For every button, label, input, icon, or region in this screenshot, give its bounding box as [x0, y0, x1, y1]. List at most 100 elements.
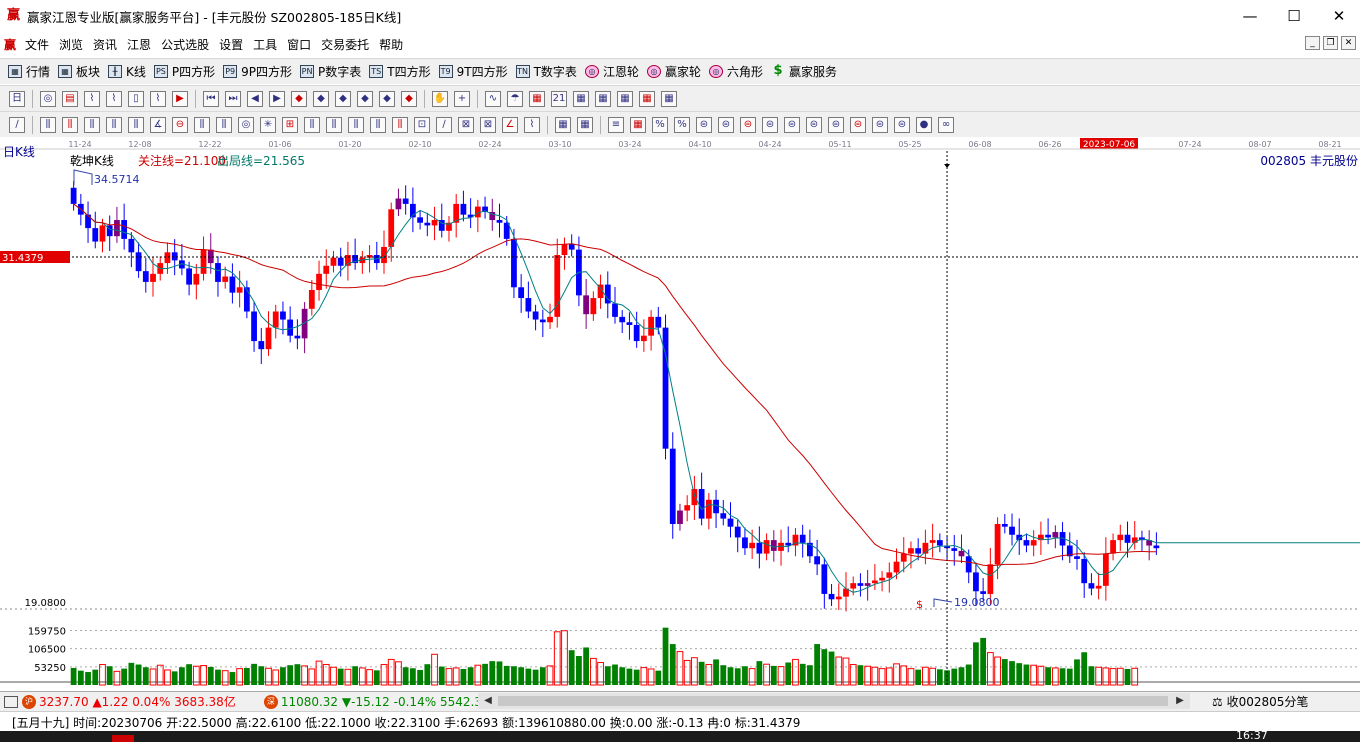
toolbar-item-9[interactable]: ◎ 江恩轮: [581, 61, 643, 83]
sz-index[interactable]: 深 11080.32 ▼-15.12 -0.14% 5542.38: [260, 694, 494, 709]
toolbar-item-6[interactable]: TS T四方形: [365, 61, 434, 83]
toolbar3-tool-icon-28[interactable]: %: [652, 116, 668, 133]
taskbar-app-icon[interactable]: [112, 735, 134, 742]
toolbar2-tool-icon-9[interactable]: ⏭: [225, 90, 241, 107]
toolbar2-tool-icon-5[interactable]: ▯: [128, 90, 144, 107]
toolbar3-tool-icon-40[interactable]: ●: [916, 116, 932, 133]
mdi-close-button[interactable]: ✕: [1341, 36, 1356, 50]
toolbar2-tool-icon-13[interactable]: ◆: [313, 90, 329, 107]
toolbar3-tool-icon-33[interactable]: ⊜: [762, 116, 778, 133]
toolbar-item-12[interactable]: $ 赢家服务: [767, 61, 841, 83]
toolbar3-tool-icon-15[interactable]: ⫼: [348, 116, 364, 133]
toolbar3-tool-icon-0[interactable]: ∕: [9, 116, 25, 133]
toolbar3-tool-icon-24[interactable]: ▦: [555, 116, 571, 133]
toolbar-item-5[interactable]: PN P数字表: [296, 61, 365, 83]
toolbar2-tool-icon-27[interactable]: ▦: [639, 90, 655, 107]
toolbar2-tool-icon-3[interactable]: ⌇: [84, 90, 100, 107]
toolbar-item-3[interactable]: PS P四方形: [150, 61, 219, 83]
toolbar3-tool-icon-27[interactable]: ▦: [630, 116, 646, 133]
toolbar3-tool-icon-2[interactable]: ⫼: [62, 116, 78, 133]
toolbar2-tool-icon-8[interactable]: ⏮: [203, 90, 219, 107]
mdi-restore-button[interactable]: ❐: [1323, 36, 1338, 50]
scroll-left-icon[interactable]: ◀: [480, 693, 496, 709]
toolbar3-tool-icon-21[interactable]: ⊠: [480, 116, 496, 133]
toolbar2-tool-icon-10[interactable]: ◀: [247, 90, 263, 107]
menu-settings[interactable]: 设置: [214, 36, 248, 53]
toolbar2-tool-icon-1[interactable]: ◎: [40, 90, 56, 107]
toolbar2-tool-icon-24[interactable]: ▦: [573, 90, 589, 107]
toolbar2-tool-icon-4[interactable]: ⌇: [106, 90, 122, 107]
toolbar2-tool-icon-26[interactable]: ▦: [617, 90, 633, 107]
toolbar3-tool-icon-20[interactable]: ⊠: [458, 116, 474, 133]
toolbar3-tool-icon-37[interactable]: ⊜: [850, 116, 866, 133]
kline-chart[interactable]: 11-24 12-08 12-22 01-06 01-20 02-10 02-24 03-10…: [0, 137, 1360, 691]
chart-scrollbar[interactable]: ◀ ▶: [478, 693, 1190, 709]
toolbar3-tool-icon-8[interactable]: ⫼: [194, 116, 210, 133]
toolbar3-tool-icon-16[interactable]: ⫼: [370, 116, 386, 133]
toolbar3-tool-icon-5[interactable]: ⫼: [128, 116, 144, 133]
toolbar3-tool-icon-41[interactable]: ∞: [938, 116, 954, 133]
toolbar2-tool-icon-7[interactable]: ▶: [172, 90, 188, 107]
toolbar2-tool-icon-25[interactable]: ▦: [595, 90, 611, 107]
toolbar3-tool-icon-35[interactable]: ⊜: [806, 116, 822, 133]
toolbar3-tool-icon-13[interactable]: ⫼: [304, 116, 320, 133]
toolbar3-tool-icon-39[interactable]: ⊜: [894, 116, 910, 133]
toolbar3-tool-icon-4[interactable]: ⫼: [106, 116, 122, 133]
toolbar3-tool-icon-10[interactable]: ◎: [238, 116, 254, 133]
menu-file[interactable]: 文件: [20, 36, 54, 53]
toolbar2-tool-icon-21[interactable]: ☂: [507, 90, 523, 107]
maximize-button[interactable]: ☐: [1271, 0, 1317, 32]
sh-index[interactable]: 沪 3237.70 ▲1.22 0.04% 3683.38亿: [0, 693, 240, 710]
toolbar-item-4[interactable]: P9 9P四方形: [219, 61, 296, 83]
toolbar3-tool-icon-34[interactable]: ⊜: [784, 116, 800, 133]
menu-tools[interactable]: 工具: [248, 36, 282, 53]
toolbar3-tool-icon-6[interactable]: ∡: [150, 116, 166, 133]
toolbar2-tool-icon-20[interactable]: ∿: [485, 90, 501, 107]
toolbar3-tool-icon-12[interactable]: ⊞: [282, 116, 298, 133]
toolbar3-tool-icon-25[interactable]: ▦: [577, 116, 593, 133]
toolbar3-tool-icon-1[interactable]: ⫼: [40, 116, 56, 133]
toolbar-item-2[interactable]: ╫ K线: [104, 61, 150, 83]
collect-ticks-button[interactable]: ⚖ 收002805分笔: [1212, 693, 1308, 710]
toolbar3-tool-icon-17[interactable]: ⫼: [392, 116, 408, 133]
toolbar-item-7[interactable]: T9 9T四方形: [435, 61, 512, 83]
toolbar3-tool-icon-32[interactable]: ⊜: [740, 116, 756, 133]
toolbar-item-0[interactable]: ▦ 行情: [4, 61, 54, 83]
mdi-minimize-button[interactable]: _: [1305, 36, 1320, 50]
toolbar-item-11[interactable]: ◎ 六角形: [705, 61, 767, 83]
toolbar-item-10[interactable]: ◎ 赢家轮: [643, 61, 705, 83]
toolbar3-tool-icon-23[interactable]: ⌇: [524, 116, 540, 133]
toolbar3-tool-icon-36[interactable]: ⊜: [828, 116, 844, 133]
toolbar2-tool-icon-28[interactable]: ▦: [661, 90, 677, 107]
toolbar3-tool-icon-38[interactable]: ⊜: [872, 116, 888, 133]
toolbar3-tool-icon-29[interactable]: %: [674, 116, 690, 133]
toolbar3-tool-icon-3[interactable]: ⫼: [84, 116, 100, 133]
minimize-button[interactable]: —: [1227, 0, 1273, 32]
menu-trade[interactable]: 交易委托: [316, 36, 374, 53]
toolbar3-tool-icon-22[interactable]: ∠: [502, 116, 518, 133]
menu-help[interactable]: 帮助: [374, 36, 408, 53]
toolbar3-tool-icon-31[interactable]: ⊜: [718, 116, 734, 133]
toolbar2-tool-icon-23[interactable]: 21: [551, 90, 567, 107]
toolbar2-tool-icon-11[interactable]: ▶: [269, 90, 285, 107]
toolbar2-tool-icon-19[interactable]: +: [454, 90, 470, 107]
toolbar3-tool-icon-19[interactable]: ∕: [436, 116, 452, 133]
toolbar-item-8[interactable]: TN T数字表: [512, 61, 581, 83]
menu-gann[interactable]: 江恩: [122, 36, 156, 53]
menu-browse[interactable]: 浏览: [54, 36, 88, 53]
toolbar2-tool-icon-2[interactable]: ▤: [62, 90, 78, 107]
toolbar3-tool-icon-26[interactable]: ≡: [608, 116, 624, 133]
toolbar2-tool-icon-22[interactable]: ▦: [529, 90, 545, 107]
close-button[interactable]: ✕: [1316, 0, 1360, 32]
menu-news[interactable]: 资讯: [88, 36, 122, 53]
toolbar3-tool-icon-7[interactable]: ⊖: [172, 116, 188, 133]
toolbar2-tool-icon-15[interactable]: ◆: [357, 90, 373, 107]
toolbar3-tool-icon-30[interactable]: ⊜: [696, 116, 712, 133]
toolbar2-tool-icon-17[interactable]: ◆: [401, 90, 417, 107]
kline-period-label[interactable]: 日K线: [3, 143, 35, 160]
toolbar3-tool-icon-18[interactable]: ⊡: [414, 116, 430, 133]
toolbar3-tool-icon-11[interactable]: ✳: [260, 116, 276, 133]
toolbar3-tool-icon-14[interactable]: ⫼: [326, 116, 342, 133]
toolbar2-tool-icon-6[interactable]: ⌇: [150, 90, 166, 107]
toolbar-item-1[interactable]: ▦ 板块: [54, 61, 104, 83]
